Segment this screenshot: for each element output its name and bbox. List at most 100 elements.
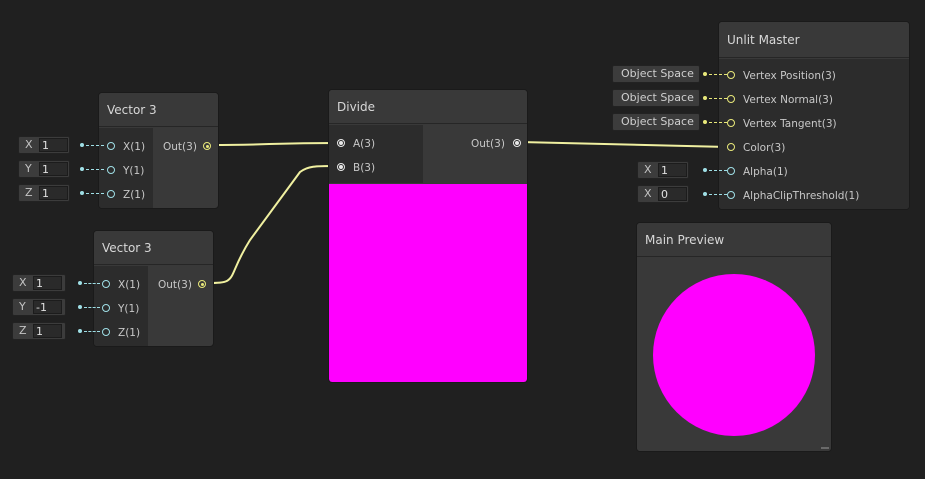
connector-dash bbox=[84, 283, 100, 284]
x-value-field[interactable]: X 1 bbox=[18, 136, 70, 154]
connector-dot bbox=[703, 192, 707, 196]
alpha-clip-value-field[interactable]: X 0 bbox=[637, 185, 689, 203]
wire-vector3a-to-divide-a bbox=[211, 142, 337, 146]
port-label: AlphaClipThreshold(1) bbox=[743, 190, 860, 202]
port-label: X(1) bbox=[118, 279, 141, 291]
node-title[interactable]: Divide bbox=[329, 90, 527, 124]
axis-label: X bbox=[25, 138, 33, 151]
port-circle-icon[interactable] bbox=[727, 71, 735, 79]
value-input[interactable]: 1 bbox=[658, 163, 687, 177]
port-circle-icon[interactable] bbox=[102, 280, 110, 288]
port-circle-icon[interactable] bbox=[198, 280, 206, 288]
divide-preview-swatch bbox=[329, 184, 527, 382]
connector-dash bbox=[86, 145, 104, 146]
value-input[interactable]: 1 bbox=[33, 276, 62, 290]
connector-dot bbox=[703, 120, 707, 124]
vector3-node-a[interactable]: Vector 3 X(1) Y(1) Z(1) Out(3) bbox=[98, 92, 219, 209]
x-value-field[interactable]: X 1 bbox=[12, 274, 66, 292]
connector-dot bbox=[78, 329, 82, 333]
connector-dot bbox=[80, 143, 84, 147]
port-circle-icon[interactable] bbox=[102, 304, 110, 312]
port-circle-icon[interactable] bbox=[102, 328, 110, 336]
panel-title[interactable]: Main Preview bbox=[637, 223, 831, 257]
axis-label: Y bbox=[19, 300, 26, 313]
port-label: Out(3) bbox=[158, 279, 192, 291]
main-preview-panel[interactable]: Main Preview bbox=[636, 222, 832, 452]
output-port[interactable]: Out(3) bbox=[163, 139, 215, 155]
port-circle-icon[interactable] bbox=[727, 95, 735, 103]
z-value-field[interactable]: Z 1 bbox=[18, 184, 70, 202]
axis-label: Z bbox=[19, 324, 27, 337]
value-input[interactable]: 1 bbox=[39, 162, 68, 176]
vector3-node-b[interactable]: Vector 3 X(1) Y(1) Z(1) Out(3) bbox=[93, 230, 214, 347]
port-circle-icon[interactable] bbox=[203, 142, 211, 150]
connector-dot bbox=[703, 168, 707, 172]
port-circle-icon[interactable] bbox=[727, 119, 735, 127]
port-label: Out(3) bbox=[471, 138, 505, 150]
connector-dash bbox=[86, 169, 104, 170]
value-input[interactable]: 1 bbox=[39, 186, 68, 200]
resize-handle-icon[interactable] bbox=[821, 447, 829, 449]
port-circle-icon[interactable] bbox=[107, 142, 115, 150]
wire-vector3b-to-divide-b bbox=[206, 165, 337, 284]
unlit-master-node[interactable]: Unlit Master Vertex Position(3) Vertex N… bbox=[718, 21, 910, 210]
axis-label: X bbox=[644, 187, 652, 200]
axis-label: X bbox=[19, 276, 27, 289]
port-label: Y(1) bbox=[118, 303, 140, 315]
y-value-field[interactable]: Y 1 bbox=[18, 160, 70, 178]
axis-label: Z bbox=[25, 186, 33, 199]
inputs-column bbox=[329, 125, 423, 183]
port-label: Z(1) bbox=[123, 189, 146, 201]
port-circle-icon[interactable] bbox=[513, 139, 521, 147]
value-input[interactable]: -1 bbox=[33, 300, 62, 314]
port-label: Vertex Position(3) bbox=[743, 70, 836, 82]
divide-node[interactable]: Divide A(3) B(3) Out(3) bbox=[328, 89, 528, 383]
port-circle-icon[interactable] bbox=[107, 166, 115, 174]
alpha-value-field[interactable]: X 1 bbox=[637, 161, 689, 179]
connector-dash bbox=[84, 307, 100, 308]
value-input[interactable]: 0 bbox=[658, 187, 687, 201]
preview-area[interactable] bbox=[637, 258, 831, 451]
port-label: Vertex Tangent(3) bbox=[743, 118, 837, 130]
space-dropdown-position[interactable]: Object Space bbox=[612, 65, 700, 83]
output-port[interactable]: Out(3) bbox=[471, 136, 525, 152]
connector-dot bbox=[80, 191, 84, 195]
connector-dash bbox=[709, 98, 727, 99]
wire-divide-to-color bbox=[519, 141, 729, 148]
node-title[interactable]: Vector 3 bbox=[99, 93, 218, 127]
connector-dot bbox=[703, 72, 707, 76]
axis-label: X bbox=[644, 163, 652, 176]
port-circle-icon[interactable] bbox=[727, 191, 735, 199]
node-title[interactable]: Unlit Master bbox=[719, 22, 909, 58]
port-circle-icon[interactable] bbox=[107, 190, 115, 198]
port-circle-icon[interactable] bbox=[727, 143, 735, 151]
port-label: B(3) bbox=[353, 162, 376, 174]
port-label: Out(3) bbox=[163, 141, 197, 153]
y-value-field[interactable]: Y -1 bbox=[12, 298, 66, 316]
port-circle-icon[interactable] bbox=[727, 167, 735, 175]
space-dropdown-normal[interactable]: Object Space bbox=[612, 89, 700, 107]
connector-dash bbox=[86, 193, 104, 194]
connector-dot bbox=[703, 96, 707, 100]
connector-dash bbox=[709, 194, 727, 195]
connector-dot bbox=[78, 281, 82, 285]
port-label: X(1) bbox=[123, 141, 146, 153]
port-circle-icon[interactable] bbox=[337, 139, 345, 147]
output-port[interactable]: Out(3) bbox=[158, 277, 210, 293]
connector-dash bbox=[709, 122, 727, 123]
value-input[interactable]: 1 bbox=[39, 138, 68, 152]
port-circle-icon[interactable] bbox=[337, 163, 345, 171]
port-label: Alpha(1) bbox=[743, 166, 788, 178]
value-input[interactable]: 1 bbox=[33, 324, 62, 338]
port-label: Z(1) bbox=[118, 327, 141, 339]
port-label: Vertex Normal(3) bbox=[743, 94, 833, 106]
port-label: Color(3) bbox=[743, 142, 786, 154]
preview-sphere bbox=[653, 274, 815, 436]
connector-dot bbox=[80, 167, 84, 171]
port-label: Y(1) bbox=[123, 165, 145, 177]
z-value-field[interactable]: Z 1 bbox=[12, 322, 66, 340]
connector-dash bbox=[84, 331, 100, 332]
axis-label: Y bbox=[25, 162, 32, 175]
space-dropdown-tangent[interactable]: Object Space bbox=[612, 113, 700, 131]
node-title[interactable]: Vector 3 bbox=[94, 231, 213, 265]
